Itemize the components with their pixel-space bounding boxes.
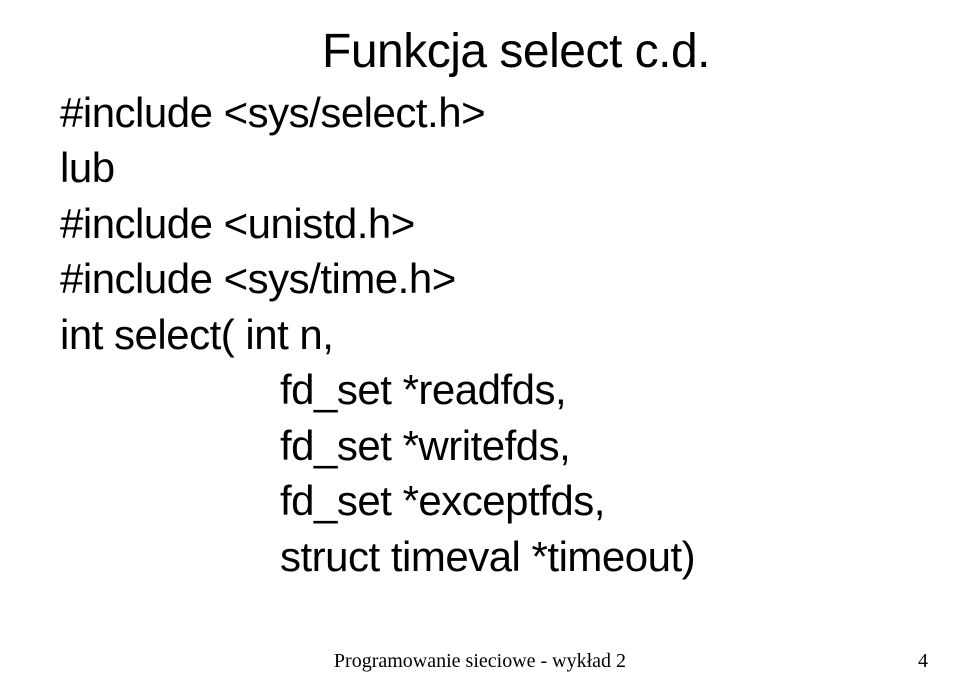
slide-title: Funkcja select c.d. xyxy=(60,24,900,79)
page-number: 4 xyxy=(918,650,928,673)
code-line-9: struct timeval *timeout) xyxy=(60,529,900,584)
code-line-3: #include <unistd.h> xyxy=(60,196,900,251)
code-line-6: fd_set *readfds, xyxy=(60,362,900,417)
code-line-1: #include <sys/select.h> xyxy=(60,85,900,140)
footer-text: Programowanie sieciowe - wykład 2 xyxy=(0,650,960,673)
code-line-5: int select( int n, xyxy=(60,307,900,362)
code-line-8: fd_set *exceptfds, xyxy=(60,473,900,528)
code-line-4: #include <sys/time.h> xyxy=(60,251,900,306)
code-line-7: fd_set *writefds, xyxy=(60,418,900,473)
code-line-2: lub xyxy=(60,140,900,195)
